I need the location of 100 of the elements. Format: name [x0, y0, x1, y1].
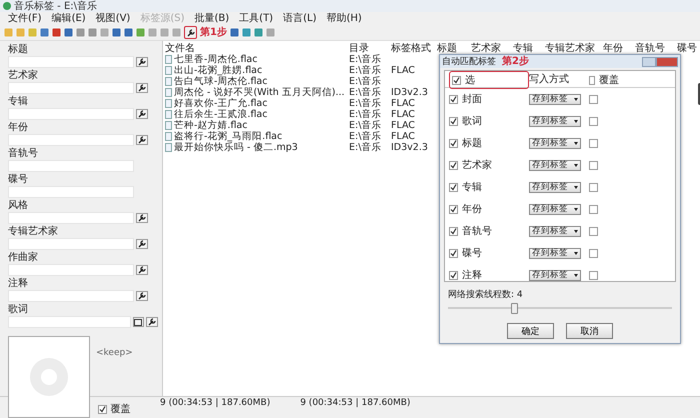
checkbox[interactable]	[449, 270, 458, 280]
table-cell-text: E:\音乐	[348, 86, 382, 98]
menu-item[interactable]: 视图(V)	[96, 12, 130, 24]
menu-item[interactable]: 工具(T)	[239, 12, 274, 24]
column-header[interactable]: 目录	[347, 41, 389, 55]
auto-tag-button[interactable]	[184, 26, 197, 39]
tool-button[interactable]	[136, 239, 148, 249]
checkbox[interactable]	[98, 404, 108, 414]
column-header[interactable]: 标题	[435, 41, 469, 55]
table-cell-text: FLAC	[390, 98, 416, 109]
combo-field[interactable]	[8, 186, 134, 198]
field-label: 专辑	[8, 96, 29, 108]
tool-button[interactable]	[146, 317, 158, 327]
combo-field[interactable]	[8, 160, 134, 172]
write-mode-dropdown[interactable]: 存到标签	[529, 248, 581, 258]
field-label: 作曲家	[8, 252, 39, 264]
table-cell-text: E:\音乐	[348, 119, 382, 131]
checkbox[interactable]	[449, 94, 458, 104]
step-annotation: 第2步	[502, 56, 529, 68]
checkbox[interactable]	[449, 182, 458, 192]
checkbox[interactable]	[589, 270, 598, 280]
checkbox[interactable]	[449, 116, 458, 126]
combo-field[interactable]	[8, 108, 134, 120]
combo-field[interactable]	[8, 290, 134, 302]
checkbox[interactable]	[589, 160, 598, 170]
column-header[interactable]: 文件名	[163, 41, 347, 55]
checkbox[interactable]	[449, 204, 458, 214]
field-label: 歌词	[8, 304, 29, 316]
checkbox-label: 艺术家	[462, 158, 492, 172]
write-mode-dropdown[interactable]: 存到标签	[529, 182, 581, 192]
menu-item[interactable]: 批量(B)	[194, 12, 230, 24]
checkbox-label: 音轨号	[462, 224, 492, 238]
tool-button[interactable]	[136, 57, 148, 67]
close-button[interactable]	[656, 56, 678, 66]
status-text: 9 (00:34:53 | 187.60MB)	[160, 398, 270, 408]
dialog-title: 自动匹配标签	[442, 56, 496, 68]
wrench-icon	[186, 28, 194, 36]
table-cell-text: 好喜欢你-王广允.flac	[174, 97, 268, 109]
checkbox-label: 选	[465, 74, 475, 87]
app-icon	[3, 2, 11, 10]
menu-item[interactable]: 编辑(E)	[52, 12, 86, 24]
combo-field[interactable]	[8, 82, 134, 94]
write-mode-dropdown[interactable]: 存到标签	[529, 204, 581, 214]
checkbox[interactable]	[589, 76, 595, 84]
tool-button[interactable]	[136, 135, 148, 145]
column-header[interactable]: 碟号	[675, 41, 700, 55]
dialog-button[interactable]: 确定	[507, 323, 554, 339]
menu-item[interactable]: 文件(F)	[8, 12, 42, 24]
write-mode-dropdown[interactable]: 存到标签	[529, 160, 581, 170]
slider-thumb[interactable]	[510, 303, 518, 314]
maximize-button[interactable]	[642, 56, 656, 66]
tool-button[interactable]	[136, 213, 148, 223]
column-header[interactable]: 专辑艺术家	[543, 41, 601, 55]
combo-field[interactable]	[8, 212, 134, 224]
edit-button[interactable]	[132, 317, 144, 327]
column-header[interactable]: 专辑	[511, 41, 543, 55]
combo-field[interactable]	[8, 238, 134, 250]
checkbox[interactable]	[589, 116, 598, 126]
column-header[interactable]: 标签格式	[389, 41, 435, 55]
tool-button[interactable]	[136, 83, 148, 93]
checkbox[interactable]	[452, 76, 461, 84]
table-cell-text: 告白气球-周杰伦.flac	[174, 76, 268, 87]
table-cell-text: 往后余生-王贰浪.flac	[174, 108, 268, 120]
write-mode-dropdown[interactable]: 存到标签	[529, 226, 581, 236]
write-mode-dropdown[interactable]: 存到标签	[529, 116, 581, 126]
tool-button[interactable]	[136, 291, 148, 301]
table-cell-text: FLAC	[390, 65, 416, 76]
write-mode-dropdown[interactable]: 存到标签	[529, 138, 581, 148]
caret-icon	[574, 208, 578, 210]
checkbox[interactable]	[589, 182, 598, 192]
column-header[interactable]: 年份	[601, 41, 633, 55]
tool-button[interactable]	[136, 265, 148, 275]
field-label: 专辑艺术家	[8, 226, 59, 238]
checkbox[interactable]	[449, 248, 458, 258]
checkbox[interactable]	[449, 226, 458, 236]
table-cell-text: E:\音乐	[348, 130, 382, 142]
checkbox[interactable]	[449, 138, 458, 148]
column-header[interactable]: 艺术家	[469, 41, 511, 55]
tool-button[interactable]	[136, 109, 148, 119]
write-mode-dropdown[interactable]: 存到标签	[529, 270, 581, 280]
checkbox[interactable]	[589, 204, 598, 214]
menu-item[interactable]: 语言(L)	[283, 12, 316, 24]
checkbox[interactable]	[589, 248, 598, 258]
checkbox-label: 专辑	[462, 180, 482, 194]
menu-item[interactable]: 帮助(H)	[326, 12, 362, 24]
wrench-icon	[138, 58, 146, 66]
combo-field[interactable]	[8, 134, 134, 146]
write-mode-dropdown[interactable]: 存到标签	[529, 94, 581, 104]
checkbox[interactable]	[589, 94, 598, 104]
caret-icon	[574, 120, 578, 122]
checkbox[interactable]	[589, 226, 598, 236]
dialog-button[interactable]: 取消	[566, 323, 613, 339]
combo-field[interactable]	[8, 316, 131, 328]
checkbox[interactable]	[589, 138, 598, 148]
wrench-icon	[138, 136, 146, 144]
table-cell-text: 出山-花粥_胜娚.flac	[174, 64, 262, 76]
combo-field[interactable]	[8, 264, 134, 276]
checkbox[interactable]	[449, 160, 458, 170]
combo-field[interactable]	[8, 56, 134, 68]
column-header[interactable]: 音轨号	[633, 41, 675, 55]
